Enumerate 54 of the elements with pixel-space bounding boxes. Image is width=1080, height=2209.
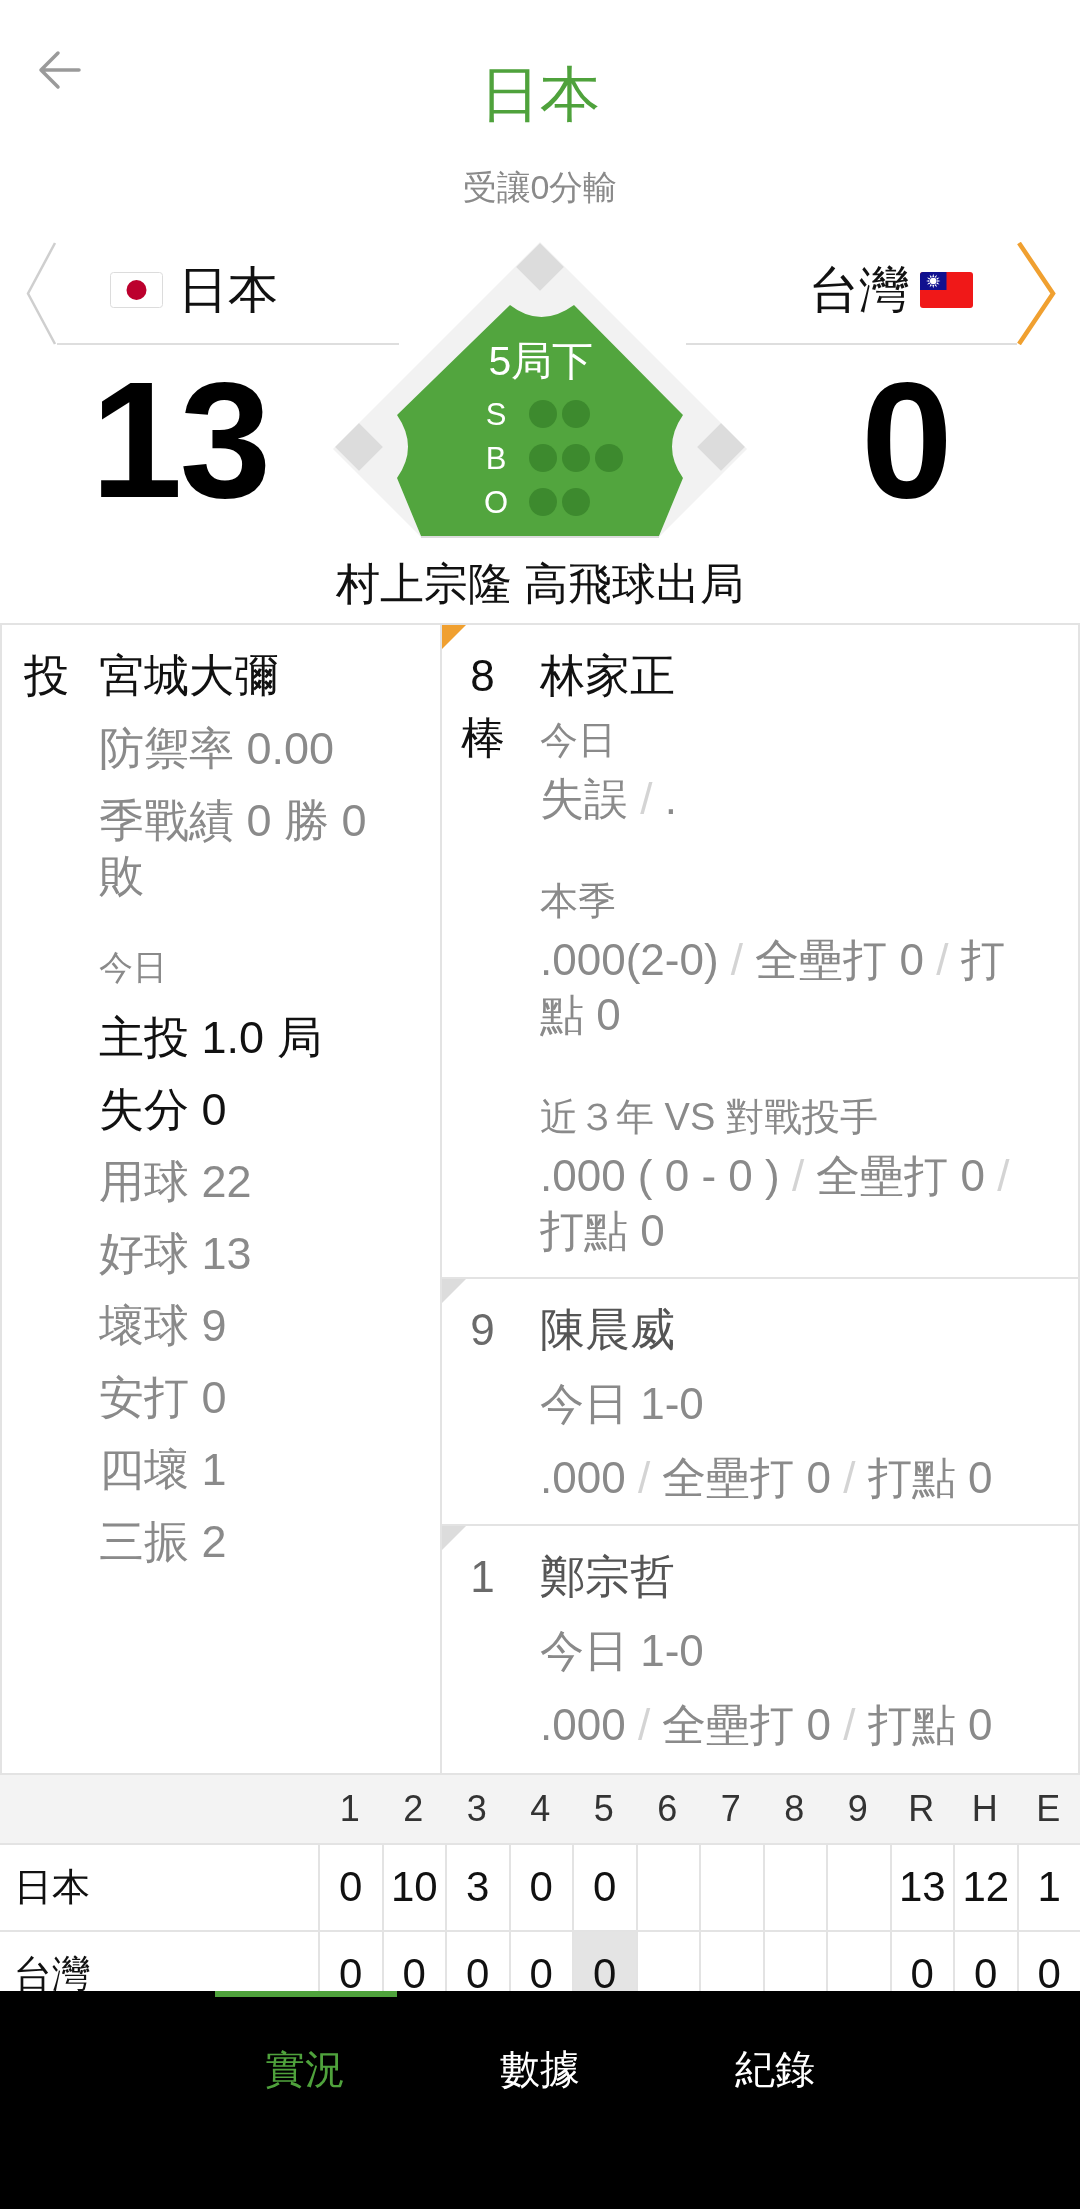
stat-line: .000(2-0) / 全壘打 0 / 打點 0: [540, 934, 1006, 1041]
stat-text: 四壞 1: [99, 1443, 227, 1497]
batter-name: 林家正: [540, 649, 675, 703]
column-header: 3: [466, 1787, 487, 1831]
stat-line: 失誤 / .: [540, 773, 677, 825]
column-header: 6: [657, 1787, 678, 1831]
column-header: E: [1036, 1787, 1061, 1831]
batting-order: 8: [470, 650, 495, 702]
pitcher-role: 投: [24, 649, 70, 703]
stat-text: 好球 13: [99, 1227, 252, 1281]
column-header: 7: [720, 1787, 741, 1831]
pitcher-name: 宮城大彌: [99, 649, 279, 703]
run-cell: 0: [572, 1932, 636, 1991]
batter-name: 陳晨威: [540, 1303, 675, 1357]
section-label: 本季: [540, 879, 616, 924]
inning-label: 5局下: [488, 338, 594, 384]
count-label: B: [485, 441, 507, 476]
count-label: O: [483, 485, 509, 520]
stat-text: 失分 0: [99, 1083, 227, 1137]
batting-order: 9: [470, 1304, 495, 1356]
stat-line: .000 / 全壘打 0 / 打點 0: [540, 1452, 993, 1504]
column-header: 1: [339, 1787, 360, 1831]
team-name: 日本: [178, 260, 278, 320]
column-header: 9: [847, 1787, 868, 1831]
team-score: 0: [861, 358, 950, 523]
column-header: 2: [403, 1787, 424, 1831]
stat-line: .000 / 全壘打 0 / 打點 0: [540, 1699, 993, 1751]
stat-line: 今日 1-0: [540, 1378, 704, 1430]
team-name: 台灣: [809, 260, 909, 320]
batting-order: 1: [470, 1551, 495, 1603]
play-text: 村上宗隆 高飛球出局: [335, 558, 745, 610]
stat-text: 季戰績 0 勝 0 敗: [99, 794, 368, 903]
section-label: 今日: [99, 947, 167, 988]
column-header: 8: [784, 1787, 805, 1831]
stat-text: 防禦率 0.00: [99, 722, 335, 776]
stat-text: 三振 2: [99, 1515, 227, 1569]
column-header: H: [971, 1787, 998, 1831]
batting-order-suffix: 棒: [460, 712, 505, 764]
section-label: 近３年 VS 對戰投手: [540, 1095, 878, 1140]
column-header: 5: [593, 1787, 614, 1831]
section-label: 今日: [540, 718, 616, 763]
page-title: 日本: [480, 60, 600, 130]
stat-text: 用球 22: [99, 1155, 252, 1209]
stat-text: 主投 1.0 局: [99, 1011, 322, 1065]
stat-text: 壞球 9: [99, 1299, 227, 1353]
stat-line: 今日 1-0: [540, 1625, 704, 1677]
team-score: 13: [90, 358, 269, 523]
stat-line: .000 ( 0 - 0 ) / 全壘打 0 / 打點 0: [540, 1150, 1011, 1257]
count-label: S: [485, 397, 507, 432]
stat-text: 安打 0: [99, 1371, 227, 1425]
column-header: R: [908, 1787, 935, 1831]
batter-name: 鄭宗哲: [540, 1550, 675, 1604]
subtitle: 受讓0分輸: [462, 167, 618, 207]
column-header: 4: [530, 1787, 551, 1831]
